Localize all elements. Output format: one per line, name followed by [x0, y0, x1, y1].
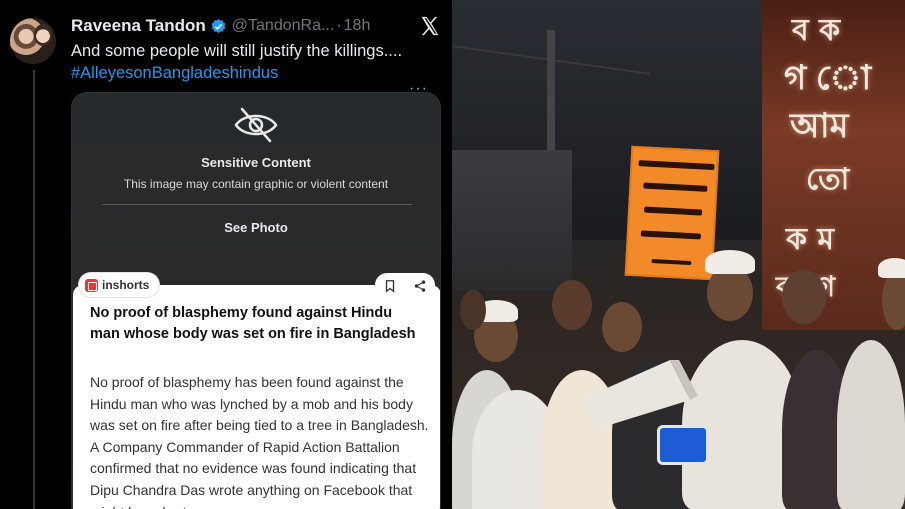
x-logo-icon[interactable]: [419, 15, 441, 37]
card-actions: [375, 273, 435, 299]
news-card: inshorts No proof of blasphemy found aga…: [73, 273, 440, 509]
person-head: [882, 270, 905, 330]
placard-text: [640, 230, 701, 240]
divider: [102, 204, 412, 205]
person: [837, 340, 905, 509]
mural-glyph: আম: [790, 106, 849, 146]
separator-dot: ·: [336, 17, 342, 34]
prayer-cap: [878, 258, 905, 278]
thread-line: [33, 70, 35, 509]
tweet-time[interactable]: 18h: [344, 17, 371, 35]
source-badge: inshorts: [79, 273, 160, 297]
eye-slash-icon: [234, 107, 278, 143]
avatar[interactable]: [10, 18, 56, 64]
tweet-panel: Raveena Tandon @TandonRa... · 18h And so…: [0, 0, 452, 509]
tweet-header: Raveena Tandon @TandonRa... · 18h: [71, 15, 370, 37]
prayer-cap: [705, 250, 755, 274]
placard-text: [638, 160, 715, 171]
bookmark-icon[interactable]: [383, 279, 397, 293]
tweet-text: And some people will still justify the k…: [71, 42, 403, 60]
hashtag-link[interactable]: #AlleyesonBangladeshindus: [71, 62, 278, 84]
person-head: [782, 270, 826, 324]
megaphone-label: [657, 425, 709, 465]
protest-photo: ব ক গ ো আম তো ক ম ক গে: [452, 0, 905, 509]
see-photo-button[interactable]: See Photo: [72, 220, 440, 235]
mural-glyph: ব ক: [792, 13, 841, 48]
news-body: No proof of blasphemy has been found aga…: [90, 374, 429, 509]
person-head: [460, 290, 486, 330]
inshorts-logo-icon: [85, 278, 98, 292]
source-name: inshorts: [102, 278, 150, 292]
media-sensitive-overlay[interactable]: Sensitive Content This image may contain…: [71, 92, 441, 509]
person-head: [602, 302, 642, 352]
sensitive-title: Sensitive Content: [201, 155, 311, 170]
megaphone: [580, 360, 698, 428]
author-name[interactable]: Raveena Tandon: [71, 16, 206, 36]
verified-badge-icon: [211, 18, 226, 33]
share-icon[interactable]: [413, 279, 427, 293]
mural-glyph: তো: [806, 162, 850, 197]
author-handle[interactable]: @TandonRa...: [232, 17, 335, 35]
news-headline: No proof of blasphemy found against Hind…: [90, 305, 416, 342]
placard-text: [643, 206, 703, 216]
placard-text: [643, 182, 708, 192]
person-head: [552, 280, 592, 330]
sensitive-subtitle: This image may contain graphic or violen…: [123, 177, 389, 191]
